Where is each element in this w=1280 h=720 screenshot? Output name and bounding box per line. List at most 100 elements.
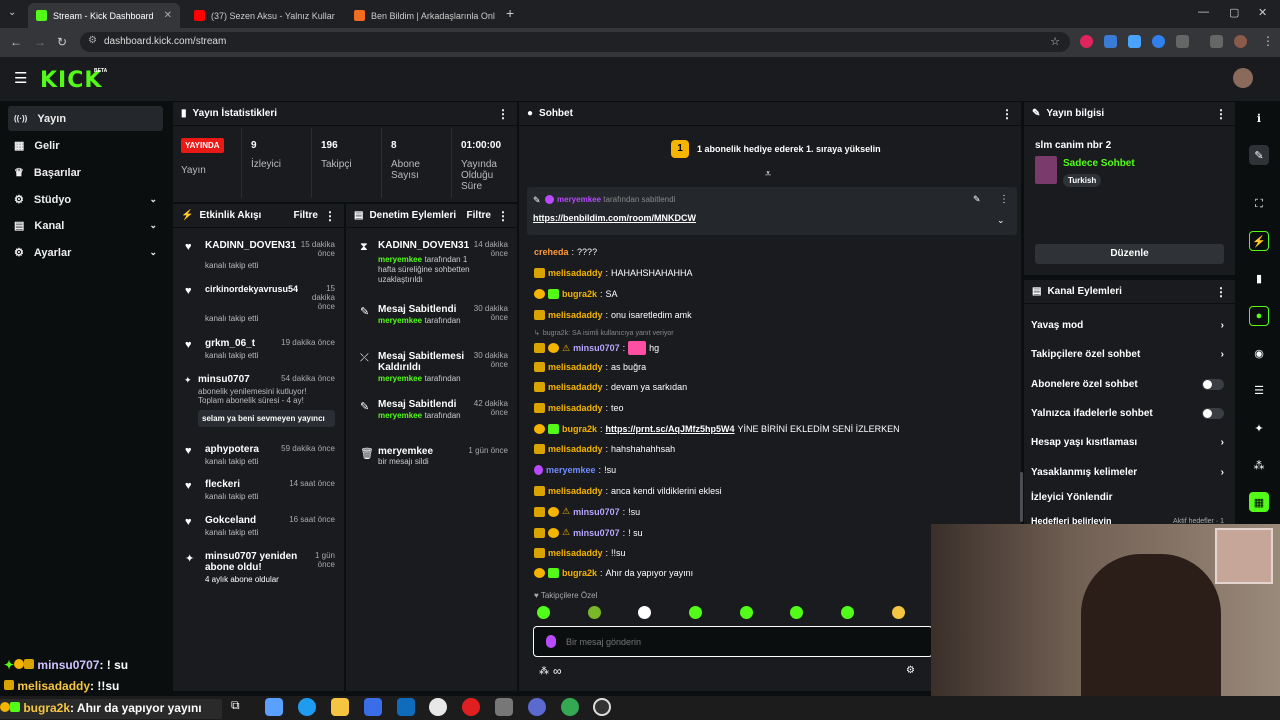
discord-icon[interactable] (528, 698, 546, 716)
opera-icon[interactable] (462, 698, 480, 716)
infinity-icon[interactable]: ∞ (553, 664, 562, 678)
copilot-icon[interactable] (265, 698, 283, 716)
tab-youtube[interactable]: (37) Sezen Aksu - Yalnız Kullar ✕ (186, 3, 342, 28)
chat-username[interactable]: bugra2k (562, 568, 597, 578)
edit-icon[interactable]: ✎ (1249, 145, 1269, 165)
extension-shield-icon[interactable] (1152, 35, 1165, 48)
tab-kick-dashboard[interactable]: Stream - Kick Dashboard ✕ (28, 3, 180, 28)
unpin-icon[interactable]: ✎ (973, 194, 981, 205)
kick-app-icon[interactable]: ▦ (1249, 492, 1269, 512)
mod-actor[interactable]: meryemkee (378, 316, 422, 325)
minimize-button[interactable]: — (1198, 6, 1209, 18)
sidebar-item-studyo[interactable]: ⚙ Stüdyo ⌄ (8, 187, 163, 212)
app-icon[interactable] (495, 698, 513, 716)
sidebar-item-kanal[interactable]: ▤ Kanal ⌄ (8, 213, 163, 238)
emote-icon[interactable] (638, 606, 651, 619)
chat-username[interactable]: creheda (534, 247, 569, 257)
chat-username[interactable]: melisadaddy (548, 310, 603, 320)
slow-mode-item[interactable]: Yavaş mod › (1031, 320, 1224, 331)
emote-icon[interactable] (537, 606, 550, 619)
chat-link[interactable]: https://prnt.sc/AqJMfz5hp5W4 (606, 424, 735, 434)
extension-translate-icon[interactable] (1104, 35, 1117, 48)
browser-menu-icon[interactable]: ⋮ (1262, 34, 1274, 48)
chat-username[interactable]: melisadaddy (548, 268, 603, 278)
emote-only-toggle[interactable] (1202, 408, 1224, 419)
chat-username[interactable]: bugra2k (562, 289, 597, 299)
task-view-icon[interactable]: ⧉ (231, 698, 249, 716)
followers-only-chat-item[interactable]: Takipçilere özel sohbet › (1031, 349, 1224, 360)
chat-username[interactable]: minsu0707 (573, 343, 620, 353)
close-tab-icon[interactable]: ✕ (341, 10, 342, 21)
chat-username[interactable]: melisadaddy (548, 382, 603, 392)
sidebar-item-basarilar[interactable]: ♛ Başarılar (8, 160, 163, 185)
layout-icon[interactable]: ☰ (1249, 380, 1269, 400)
tab-search-icon[interactable]: ⌄ (8, 7, 16, 18)
activity-filter-button[interactable]: Filtre (294, 210, 318, 221)
more-options-icon[interactable]: ⋮ (999, 194, 1009, 205)
account-age-item[interactable]: Hesap yaşı kısıtlaması › (1031, 437, 1224, 448)
collapse-promo-icon[interactable]: ⩡ (765, 168, 771, 181)
chat-username[interactable]: melisadaddy (548, 362, 603, 372)
more-options-icon[interactable]: ⋮ (1215, 285, 1227, 299)
gift-sub-promo[interactable]: 1 1 abonelik hediye ederek 1. sıraya yük… (671, 140, 881, 158)
reading-list-icon[interactable] (1210, 35, 1223, 48)
store-icon[interactable] (364, 698, 382, 716)
broadcast-icon[interactable]: ◉ (1249, 343, 1269, 363)
wrench-icon[interactable]: ✦ (1249, 418, 1269, 438)
edge-icon[interactable] (298, 698, 316, 716)
back-icon[interactable]: ← (10, 35, 22, 49)
sidebar-item-ayarlar[interactable]: ⚙ Ayarlar ⌄ (8, 240, 163, 265)
file-explorer-icon[interactable] (331, 698, 349, 716)
extensions-puzzle-icon[interactable] (1176, 35, 1189, 48)
subscribers-only-toggle[interactable] (1202, 379, 1224, 390)
emote-icon[interactable] (841, 606, 854, 619)
info-icon[interactable]: ℹ (1249, 108, 1269, 128)
chat-settings-icon[interactable]: ⚙ (906, 665, 915, 676)
stream-category-link[interactable]: Sadece Sohbet (1063, 158, 1135, 169)
edit-stream-button[interactable]: Düzenle (1035, 244, 1224, 264)
chat-username[interactable]: melisadaddy (548, 403, 603, 413)
lightning-icon[interactable]: ⚡ (1249, 231, 1269, 251)
emote-icon[interactable] (689, 606, 702, 619)
chat-icon[interactable]: ● (1249, 306, 1269, 326)
maximize-button[interactable]: ▢ (1229, 6, 1239, 19)
chat-username[interactable]: minsu0707 (573, 528, 620, 538)
fullscreen-icon[interactable]: ⛶ (1249, 194, 1269, 214)
new-tab-button[interactable]: + (506, 5, 514, 21)
sidebar-item-yayin[interactable]: ((·)) Yayın (8, 106, 163, 131)
users-icon[interactable]: ⁂ (539, 666, 549, 677)
more-options-icon[interactable]: ⋮ (1001, 107, 1013, 121)
user-avatar[interactable] (1233, 68, 1253, 88)
mod-actor[interactable]: meryemkee (378, 255, 422, 264)
emote-icon[interactable] (790, 606, 803, 619)
moderation-filter-button[interactable]: Filtre (467, 210, 491, 221)
emote-icon[interactable] (588, 606, 601, 619)
chat-username[interactable]: minsu0707 (573, 507, 620, 517)
chat-input[interactable] (566, 634, 886, 650)
extension-red-icon[interactable] (1080, 35, 1093, 48)
mod-actor[interactable]: meryemkee (378, 374, 422, 383)
pinned-by-user[interactable]: meryemkee (557, 195, 601, 204)
chat-username[interactable]: meryemkee (546, 465, 596, 475)
chat-username[interactable]: bugra2k (562, 424, 597, 434)
raid-item[interactable]: İzleyici Yönlendir (1031, 492, 1224, 503)
bookmark-star-icon[interactable]: ☆ (1050, 35, 1060, 48)
yandex-icon[interactable] (429, 698, 447, 716)
chat-input-box[interactable] (533, 626, 933, 657)
chat-username[interactable]: melisadaddy (548, 444, 603, 454)
forward-icon[interactable]: → (34, 35, 46, 49)
chat-username[interactable]: melisadaddy (548, 486, 603, 496)
close-tab-icon[interactable]: ✕ (164, 10, 172, 21)
outlook-icon[interactable] (397, 698, 415, 716)
chrome-icon[interactable] (561, 698, 579, 716)
more-options-icon[interactable]: ⋮ (497, 209, 509, 223)
profile-avatar-icon[interactable] (1234, 35, 1247, 48)
pinned-link[interactable]: https://benbildim.com/room/MNKDCW (533, 213, 696, 223)
hamburger-menu-icon[interactable]: ☰ (14, 69, 27, 87)
reload-icon[interactable]: ↻ (57, 35, 67, 49)
close-window-button[interactable]: ✕ (1258, 6, 1267, 19)
tab-benbildim[interactable]: Ben Bildim | Arkadaşlarınla Onl ✕ (346, 3, 498, 28)
event-user[interactable]: minsu0707 yeniden abone oldu! (205, 551, 300, 573)
chat-scrollbar[interactable] (1020, 472, 1023, 522)
card-icon[interactable]: ▮ (1249, 268, 1269, 288)
